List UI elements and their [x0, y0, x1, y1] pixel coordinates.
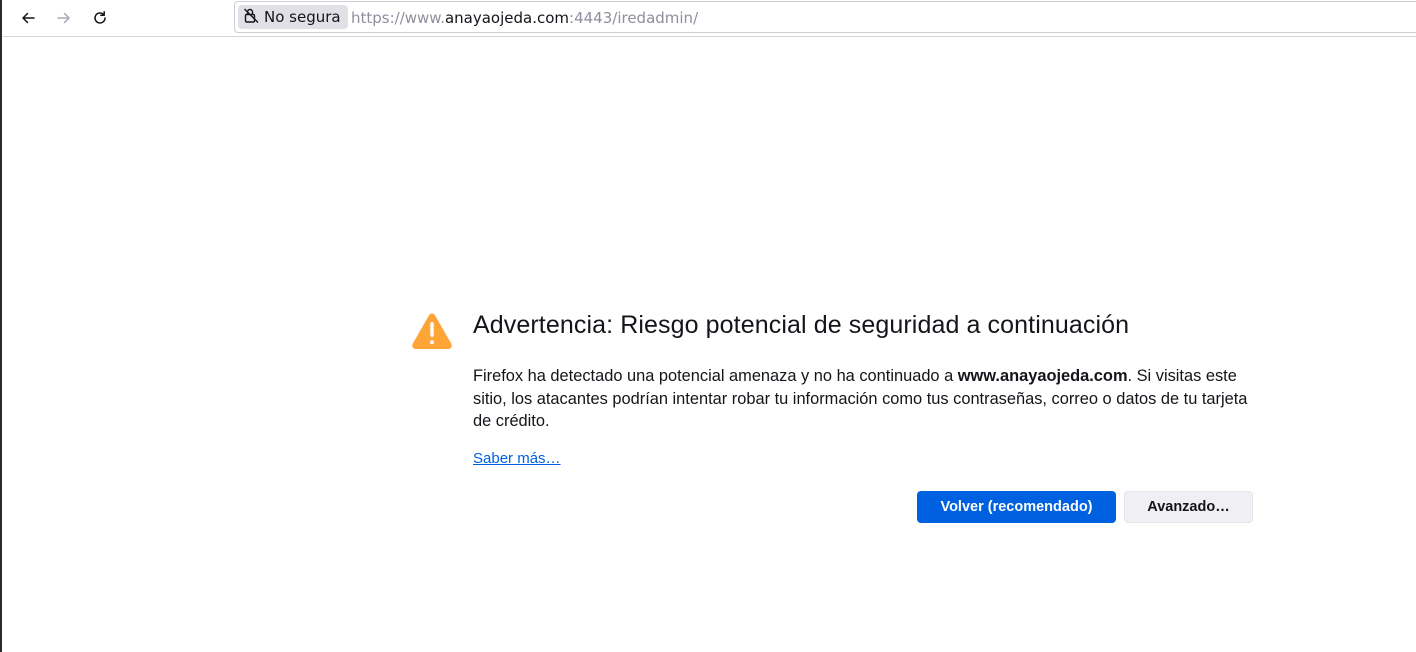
reload-button[interactable] — [86, 4, 114, 32]
url-text[interactable]: https://www.anayaojeda.com:4443/iredadmi… — [351, 9, 698, 27]
arrow-right-icon — [56, 10, 72, 26]
navigation-toolbar: No segura https://www.anayaojeda.com:444… — [2, 0, 1416, 37]
site-security-button[interactable]: No segura — [238, 5, 348, 29]
description-host: www.anayaojeda.com — [957, 367, 1128, 385]
url-prefix: https://www. — [351, 9, 445, 27]
reload-icon — [92, 10, 108, 26]
back-button[interactable] — [14, 4, 42, 32]
address-bar[interactable]: No segura https://www.anayaojeda.com:444… — [234, 1, 1416, 33]
warning-triangle-icon — [411, 311, 453, 355]
security-label: No segura — [264, 8, 341, 26]
description-before: Firefox ha detectado una potencial amena… — [473, 367, 958, 385]
arrow-left-icon — [20, 10, 36, 26]
url-host: anayaojeda.com — [444, 9, 570, 27]
browser-window: No segura https://www.anayaojeda.com:444… — [0, 0, 1416, 652]
url-suffix: :4443/iredadmin/ — [569, 9, 699, 27]
warning-title: Advertencia: Riesgo potencial de segurid… — [473, 311, 1130, 339]
learn-more-link[interactable]: Saber más… — [473, 450, 561, 467]
go-back-button[interactable]: Volver (recomendado) — [917, 491, 1116, 523]
warning-description: Firefox ha detectado una potencial amena… — [473, 365, 1263, 433]
advanced-button[interactable]: Avanzado… — [1124, 491, 1253, 523]
lock-warning-icon — [243, 7, 260, 28]
forward-button[interactable] — [50, 4, 78, 32]
